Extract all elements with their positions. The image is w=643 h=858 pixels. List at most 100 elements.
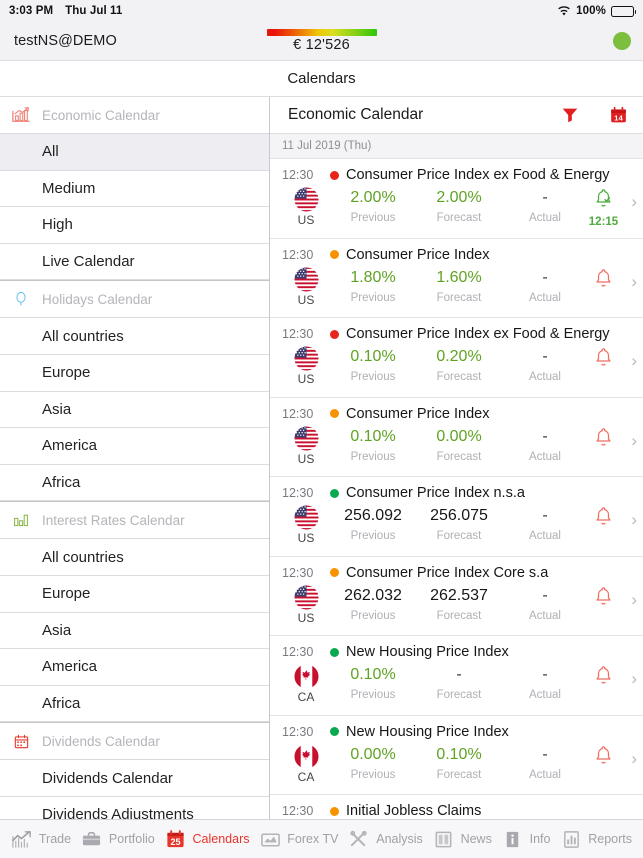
sidebar-section-label: Interest Rates Calendar: [42, 512, 185, 528]
sidebar-item-medium[interactable]: Medium: [0, 170, 269, 208]
actual-cell: - Actual: [502, 664, 588, 701]
event-time: 12:30: [282, 247, 314, 262]
alert-column[interactable]: [588, 744, 635, 773]
sidebar-item-rates-europe[interactable]: Europe: [0, 575, 269, 613]
alert-column[interactable]: [588, 585, 635, 614]
table-row[interactable]: 12:30 Consumer Price Index ex Food & Ene…: [270, 159, 643, 239]
sidebar-item-holidays-all-countries[interactable]: All countries: [0, 318, 269, 355]
event-title: New Housing Price Index: [346, 644, 509, 660]
table-row[interactable]: 12:30 Consumer Price Index ex Food & Ene…: [270, 318, 643, 398]
tab-label: Reports: [588, 832, 633, 846]
sidebar-item-live-calendar[interactable]: Live Calendar: [0, 243, 269, 281]
table-row[interactable]: 12:30 Consumer Price Index: [270, 397, 643, 477]
filter-icon[interactable]: [559, 104, 581, 126]
sidebar-item-rates-asia[interactable]: Asia: [0, 612, 269, 650]
chevron-right-icon[interactable]: ›: [631, 670, 637, 687]
sidebar-item-rates-africa[interactable]: Africa: [0, 685, 269, 723]
forecast-cell: 262.537 Forecast: [416, 585, 502, 622]
forecast-label: Forecast: [436, 689, 482, 701]
svg-text:25: 25: [170, 837, 180, 847]
event-time: 12:30: [282, 804, 314, 818]
sidebar-item-label: Africa: [42, 695, 81, 713]
alert-column[interactable]: 12:15: [588, 187, 635, 228]
table-row[interactable]: 12:30 New Housing Price Index: [270, 715, 643, 795]
sidebar-item-dividends-calendar[interactable]: Dividends Calendar: [0, 760, 269, 797]
bell-enabled-icon[interactable]: [592, 187, 615, 215]
bell-icon[interactable]: [592, 346, 615, 374]
tab-label: Portfolio: [108, 832, 155, 846]
main-panel: Economic Calendar 14 11 Jul 2019 (Thu) 1…: [270, 97, 643, 819]
chevron-right-icon[interactable]: ›: [631, 193, 637, 210]
sidebar-item-holidays-asia[interactable]: Asia: [0, 391, 269, 429]
forecast-label: Forecast: [436, 768, 482, 781]
tab-analysis[interactable]: Analysis: [348, 828, 423, 850]
sidebar-item-holidays-europe[interactable]: Europe: [0, 354, 269, 392]
event-data-line: CA 0.00% Previous 0.10% Forecast - Actua…: [282, 743, 635, 784]
event-data-line: US 262.032 Previous 262.537 Forecast - A…: [282, 584, 635, 625]
sidebar-item-dividends-adjustments[interactable]: Dividends Adjustments: [0, 796, 269, 819]
sidebar-item-rates-all-countries[interactable]: All countries: [0, 539, 269, 576]
sidebar-item-high[interactable]: High: [0, 207, 269, 244]
event-list[interactable]: 12:30 Consumer Price Index ex Food & Ene…: [270, 159, 643, 819]
tab-calendars[interactable]: 25 Calendars: [165, 828, 250, 850]
nav-title-bar: Calendars: [0, 61, 643, 97]
alert-column[interactable]: [588, 426, 635, 455]
forecast-label: Forecast: [436, 450, 482, 463]
actual-value: -: [542, 348, 548, 365]
wifi-icon: [557, 5, 571, 17]
bell-icon[interactable]: [592, 426, 615, 454]
forecast-cell: 1.60% Forecast: [416, 267, 502, 304]
previous-cell: 0.00% Previous: [330, 744, 416, 781]
impact-dot: [330, 806, 339, 816]
table-row[interactable]: 12:30 Initial Jobless Claims: [270, 795, 643, 819]
chevron-right-icon[interactable]: ›: [631, 273, 637, 290]
previous-label: Previous: [350, 371, 396, 383]
tab-reports[interactable]: Reports: [560, 828, 632, 850]
table-row[interactable]: 12:30 Consumer Price Index: [270, 238, 643, 318]
previous-cell: 262.032 Previous: [330, 585, 416, 622]
bell-icon[interactable]: [592, 267, 615, 295]
bell-icon[interactable]: [592, 505, 615, 533]
previous-value: 2.00%: [350, 189, 396, 206]
chevron-right-icon[interactable]: ›: [631, 432, 637, 449]
tab-info[interactable]: Info: [502, 828, 550, 850]
country-column: US: [282, 505, 330, 545]
connection-status-dot[interactable]: [613, 32, 631, 50]
country-code: US: [297, 451, 315, 466]
chevron-right-icon[interactable]: ›: [631, 352, 637, 369]
calendar-date-icon[interactable]: 14: [607, 104, 629, 126]
alert-column[interactable]: [588, 346, 635, 375]
sidebar-item-label: Asia: [42, 400, 72, 418]
table-row[interactable]: 12:30 Consumer Price Index Core s.a US 2…: [270, 556, 643, 636]
sidebar-item-all[interactable]: All: [0, 134, 269, 171]
alert-column[interactable]: [588, 664, 635, 693]
sidebar-section-label: Holidays Calendar: [42, 291, 153, 307]
forecast-label: Forecast: [436, 371, 482, 383]
bell-icon[interactable]: [592, 585, 615, 613]
sidebar-item-holidays-america[interactable]: America: [0, 428, 269, 465]
sidebar-item-rates-america[interactable]: America: [0, 649, 269, 686]
previous-label: Previous: [350, 291, 396, 304]
account-name[interactable]: testNS@DEMO: [0, 33, 117, 49]
balloon-icon: [10, 289, 32, 309]
previous-cell: 0.10% Previous: [330, 664, 416, 701]
forecast-label: Forecast: [436, 530, 482, 542]
previous-value: 256.092: [344, 507, 402, 524]
chevron-right-icon[interactable]: ›: [631, 750, 637, 767]
tab-forex-tv[interactable]: Forex TV: [259, 828, 338, 850]
status-right-cluster: 100%: [557, 5, 637, 17]
tab-trade[interactable]: Trade: [11, 828, 71, 850]
event-data-line: US 256.092 Previous 256.075 Forecast - A…: [282, 505, 635, 545]
alert-column[interactable]: [588, 267, 635, 296]
table-row[interactable]: 12:30 New Housing Price Index: [270, 636, 643, 716]
status-time: 3:03 PM: [9, 5, 54, 17]
bell-icon[interactable]: [592, 664, 615, 692]
chevron-right-icon[interactable]: ›: [631, 511, 637, 528]
tab-news[interactable]: News: [433, 828, 492, 850]
bell-icon[interactable]: [592, 744, 615, 772]
tab-portfolio[interactable]: Portfolio: [81, 828, 155, 850]
table-row[interactable]: 12:30 Consumer Price Index n.s.a US 256.…: [270, 477, 643, 557]
chevron-right-icon[interactable]: ›: [631, 591, 637, 608]
sidebar-item-holidays-africa[interactable]: Africa: [0, 464, 269, 502]
alert-column[interactable]: [588, 505, 635, 534]
